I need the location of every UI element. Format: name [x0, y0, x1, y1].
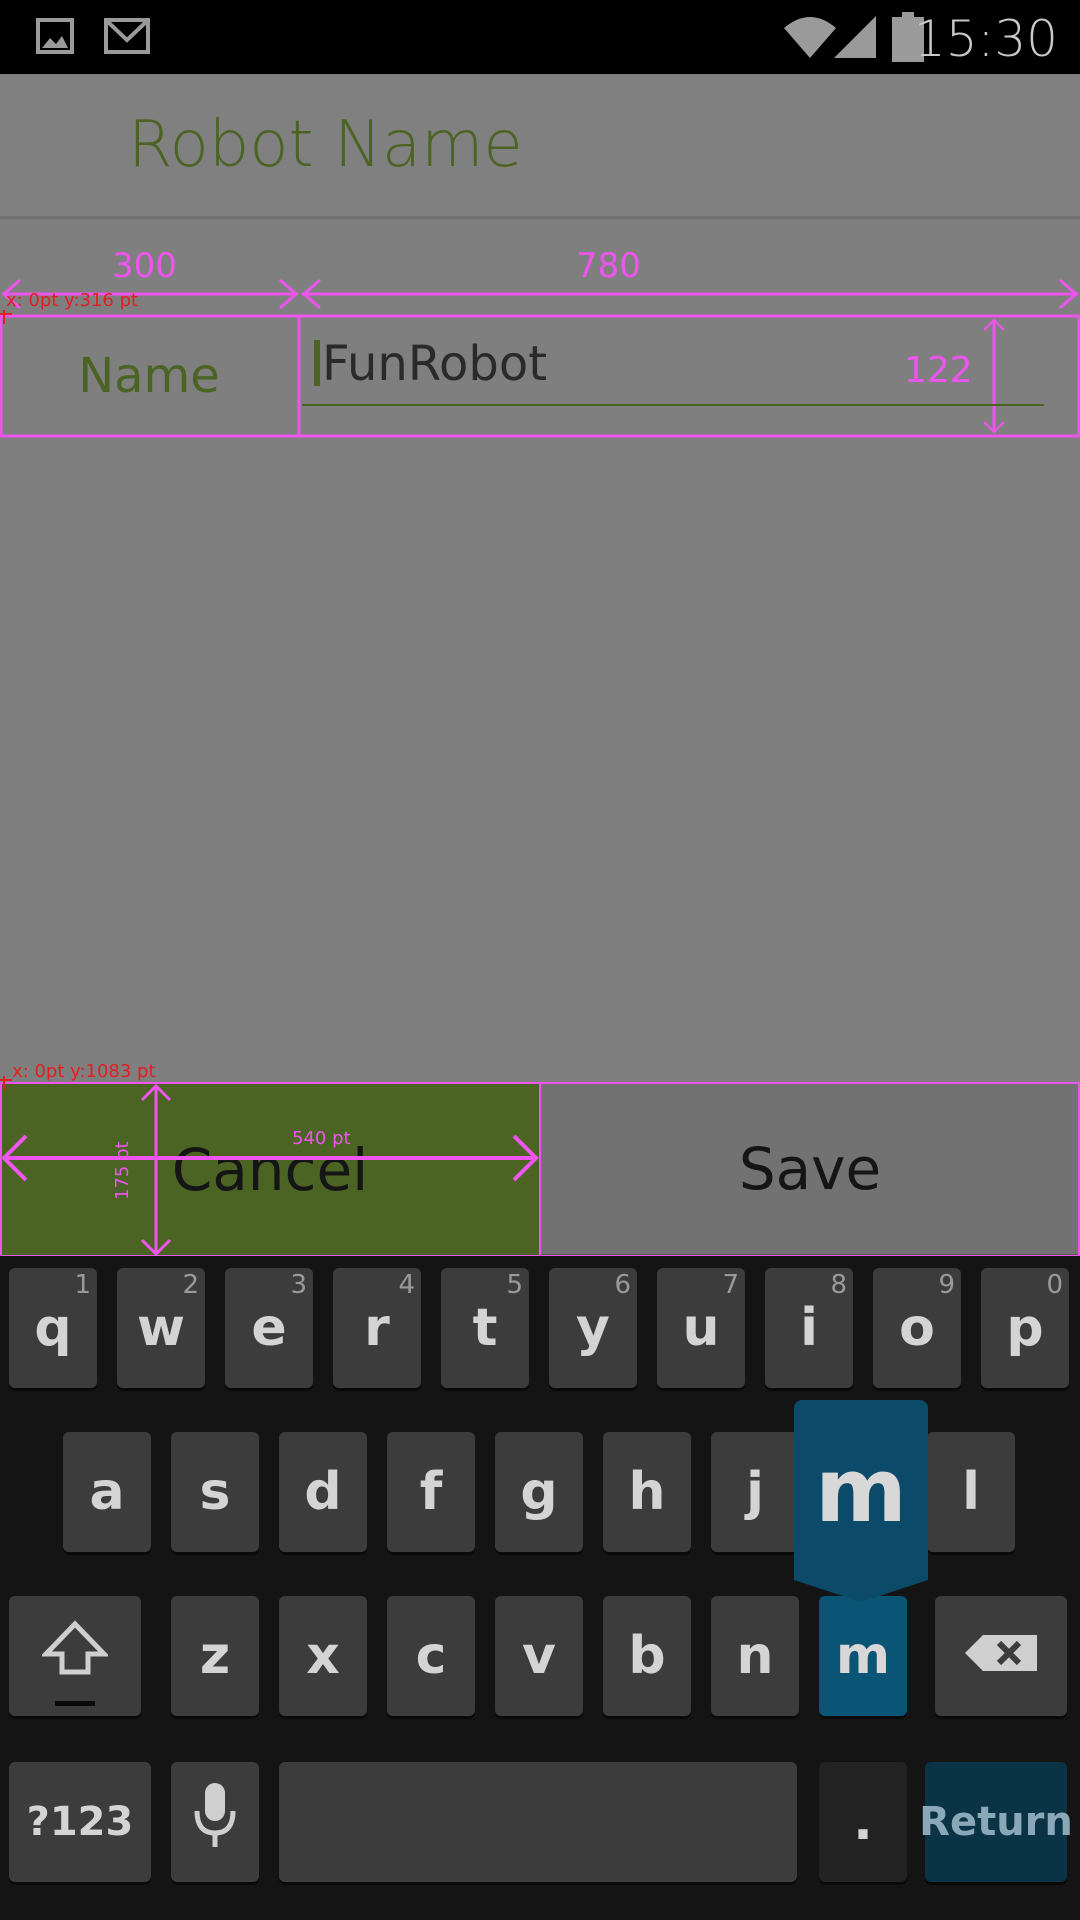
backspace-key[interactable]: [935, 1596, 1067, 1716]
key-o[interactable]: o9: [873, 1268, 961, 1388]
key-hint: 9: [938, 1270, 955, 1300]
gmail-icon: [104, 18, 150, 59]
period-key[interactable]: .: [819, 1762, 907, 1882]
key-hint: 5: [506, 1270, 523, 1300]
key-p[interactable]: p0: [981, 1268, 1069, 1388]
name-label: Name: [78, 348, 220, 404]
key-j[interactable]: j: [711, 1432, 799, 1552]
space-bar[interactable]: [279, 1762, 797, 1882]
key-w[interactable]: w2: [117, 1268, 205, 1388]
key-b[interactable]: b: [603, 1596, 691, 1716]
key-z[interactable]: z: [171, 1596, 259, 1716]
page-title: Robot Name: [128, 108, 523, 182]
key-v[interactable]: v: [495, 1596, 583, 1716]
key-r[interactable]: r4: [333, 1268, 421, 1388]
key-u[interactable]: u7: [657, 1268, 745, 1388]
key-hint: 7: [722, 1270, 739, 1300]
width-780-label: 780: [576, 246, 641, 286]
status-bar: 15:30: [0, 0, 1080, 74]
width-300-label: 300: [112, 246, 177, 286]
key-d[interactable]: d: [279, 1432, 367, 1552]
key-x[interactable]: x: [279, 1596, 367, 1716]
key-label: w: [136, 1298, 186, 1358]
row-coordinate-label: x: 0pt y:316 pt: [6, 290, 139, 311]
wifi-icon: [782, 14, 838, 65]
key-label: r: [364, 1298, 390, 1358]
key-hint: 8: [830, 1270, 847, 1300]
key-f[interactable]: f: [387, 1432, 475, 1552]
key-hint: 2: [182, 1270, 199, 1300]
key-s[interactable]: s: [171, 1432, 259, 1552]
return-key[interactable]: Return: [919, 1762, 1073, 1882]
name-input[interactable]: FunRobot: [300, 316, 1080, 436]
text-cursor: [314, 340, 320, 386]
shift-indicator: [55, 1701, 95, 1706]
key-i[interactable]: i8: [765, 1268, 853, 1388]
key-label: p: [1006, 1298, 1044, 1358]
key-l[interactable]: l: [927, 1432, 1015, 1552]
key-t[interactable]: t5: [441, 1268, 529, 1388]
key-hint: 0: [1046, 1270, 1063, 1300]
image-icon: [36, 18, 74, 59]
key-h[interactable]: h: [603, 1432, 691, 1552]
key-q[interactable]: q1: [9, 1268, 97, 1388]
key-n[interactable]: n: [711, 1596, 799, 1716]
button-height-label: 175 pt: [112, 1141, 133, 1200]
key-g[interactable]: g: [495, 1432, 583, 1552]
key-a[interactable]: a: [63, 1432, 151, 1552]
clock: 15:30: [913, 10, 1058, 68]
key-preview-tail: [794, 1580, 928, 1602]
button-coordinate-label: x: 0pt y:1083 pt: [12, 1061, 156, 1082]
key-c[interactable]: c: [387, 1596, 475, 1716]
name-input-value: FunRobot: [322, 336, 548, 392]
shift-key[interactable]: [9, 1596, 141, 1716]
input-underline: [302, 404, 1044, 406]
signal-icon: [832, 14, 878, 65]
title-bar: Robot Name: [0, 74, 1080, 219]
key-label: t: [472, 1298, 498, 1358]
key-label: q: [34, 1298, 72, 1358]
shift-icon: [40, 1619, 110, 1693]
button-width-label: 540 pt: [292, 1128, 351, 1149]
button-measurement-overlay: [0, 1076, 1080, 1257]
key-label: e: [251, 1298, 287, 1358]
key-label: o: [899, 1298, 935, 1358]
key-label: i: [800, 1298, 818, 1358]
key-m[interactable]: m: [819, 1596, 907, 1716]
key-hint: 6: [614, 1270, 631, 1300]
key-e[interactable]: e3: [225, 1268, 313, 1388]
backspace-icon: [963, 1626, 1039, 1686]
key-hint: 4: [398, 1270, 415, 1300]
key-label: u: [682, 1298, 720, 1358]
key-hint: 3: [290, 1270, 307, 1300]
key-y[interactable]: y6: [549, 1268, 637, 1388]
mic-key[interactable]: [171, 1762, 259, 1882]
key-hint: 1: [74, 1270, 91, 1300]
symbols-key[interactable]: ?123: [9, 1762, 151, 1882]
key-label: y: [576, 1298, 610, 1358]
microphone-icon: [191, 1781, 239, 1864]
key-preview-popup: m: [794, 1400, 928, 1580]
